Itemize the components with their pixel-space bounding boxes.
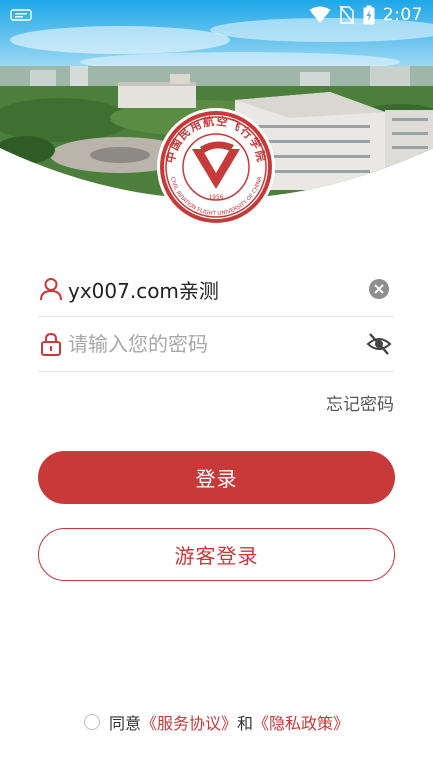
wifi-icon [309, 6, 331, 23]
header-banner: 2:07 中国民用航空飞行学院 CIVIL AVIATION FLIGHT UN… [0, 0, 433, 230]
notification-icon [10, 9, 32, 21]
status-time: 2:07 [382, 5, 423, 25]
agree-text: 同意 [108, 714, 141, 733]
clear-input-icon[interactable] [366, 276, 392, 302]
privacy-policy-link[interactable]: 《隐私政策》 [253, 710, 349, 734]
and-text: 和 [237, 714, 254, 733]
username-value[interactable]: yx007.com亲测 [68, 275, 366, 304]
lock-icon [41, 332, 61, 356]
login-button[interactable]: 登录 [38, 451, 395, 504]
guest-login-button[interactable]: 游客登录 [38, 528, 395, 581]
battery-charging-icon [363, 5, 375, 25]
password-field[interactable] [38, 317, 394, 372]
agreement-row: 同意 《服务协议》 和 《隐私政策》 [0, 710, 433, 734]
service-agreement-link[interactable]: 《服务协议》 [141, 710, 237, 734]
emblem-year: 1956 [208, 194, 223, 201]
no-sim-icon [339, 5, 355, 25]
status-bar: 2:07 [0, 0, 433, 30]
agreement-checkbox[interactable] [83, 714, 100, 730]
forgot-password-link[interactable]: 忘记密码 [326, 390, 394, 415]
username-field[interactable]: yx007.com亲测 [38, 262, 394, 317]
user-icon [40, 278, 62, 301]
password-input[interactable] [68, 332, 366, 356]
visibility-off-icon[interactable] [366, 331, 392, 357]
university-emblem: 中国民用航空飞行学院 CIVIL AVIATION FLIGHT UNIVERS… [157, 108, 275, 226]
